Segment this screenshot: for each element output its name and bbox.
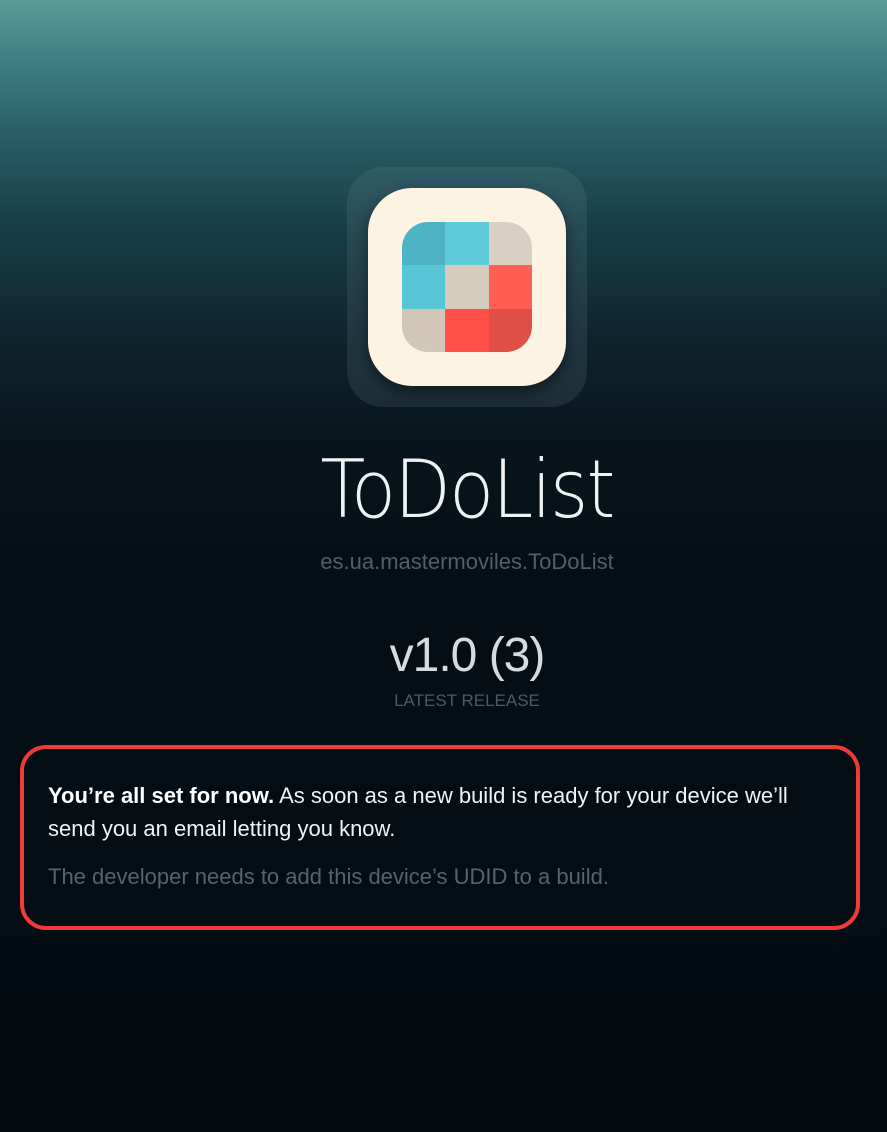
icon-cell: [445, 222, 489, 266]
release-label: LATEST RELEASE: [394, 691, 540, 710]
todolist-app-icon: [368, 188, 566, 386]
icon-grid: [402, 222, 532, 352]
status-title: You’re all set for now.: [48, 783, 275, 808]
icon-cell: [402, 265, 446, 309]
icon-cell: [402, 222, 446, 266]
app-name: ToDoList: [320, 443, 615, 536]
app-version: v1.0 (3): [389, 629, 546, 682]
icon-cell: [402, 308, 446, 352]
status-message-box: You’re all set for now. As soon as a new…: [20, 745, 860, 930]
icon-cell: [445, 308, 489, 352]
status-message: You’re all set for now. As soon as a new…: [48, 779, 832, 845]
icon-cell: [488, 308, 532, 352]
udid-note: The developer needs to add this device’s…: [48, 864, 609, 889]
icon-cell: [488, 265, 532, 309]
icon-cell: [445, 265, 489, 309]
bundle-identifier: es.ua.mastermoviles.ToDoList: [320, 549, 614, 574]
icon-cell: [488, 222, 532, 266]
